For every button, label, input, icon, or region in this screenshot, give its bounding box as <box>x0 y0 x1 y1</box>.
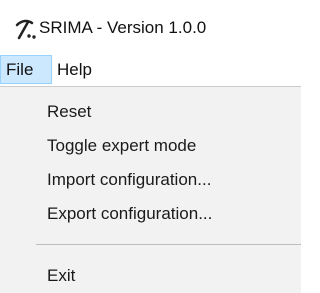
menu-item-import-configuration[interactable]: Import configuration... <box>47 168 211 192</box>
menu-help[interactable]: Help <box>57 55 109 84</box>
window-title: SRIMA - Version 1.0.0 <box>39 18 207 37</box>
menu-bar: File Help <box>0 53 301 86</box>
title-bar: SRIMA - Version 1.0.0 <box>0 0 301 53</box>
pickaxe-icon <box>15 19 36 40</box>
menu-file[interactable]: File <box>0 55 52 84</box>
menu-separator <box>36 244 301 245</box>
menu-item-export-configuration[interactable]: Export configuration... <box>47 202 212 226</box>
menu-item-reset[interactable]: Reset <box>47 100 91 124</box>
menu-item-exit[interactable]: Exit <box>47 264 75 288</box>
menu-item-toggle-expert-mode[interactable]: Toggle expert mode <box>47 134 196 158</box>
file-menu-dropdown: Reset Toggle expert mode Import configur… <box>0 86 301 293</box>
